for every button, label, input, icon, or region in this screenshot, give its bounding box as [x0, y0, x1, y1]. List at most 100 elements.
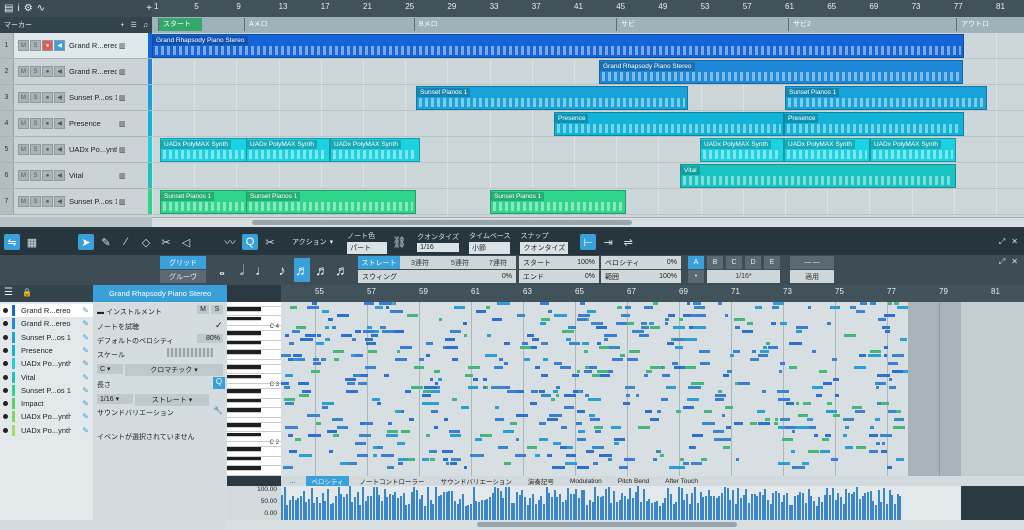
midi-note[interactable]	[702, 422, 715, 425]
midi-note[interactable]	[370, 334, 379, 337]
midi-note[interactable]	[538, 438, 549, 441]
region-clip[interactable]: Sunset Pianos 1	[785, 86, 987, 110]
velocity-bar[interactable]	[421, 494, 424, 520]
controller-tab[interactable]: ノートコントローラー	[355, 476, 430, 486]
midi-note[interactable]	[855, 310, 866, 313]
region-clip[interactable]: Presence	[784, 112, 964, 136]
midi-note[interactable]	[660, 398, 668, 401]
quantize-toggle[interactable]: — —	[790, 256, 834, 269]
midi-note[interactable]	[366, 342, 377, 345]
midi-note[interactable]	[855, 446, 867, 449]
midi-note[interactable]	[723, 446, 730, 449]
velocity-bar[interactable]	[575, 489, 578, 520]
midi-note[interactable]	[669, 466, 681, 469]
velocity-bar[interactable]	[850, 493, 853, 520]
midi-note[interactable]	[577, 438, 586, 441]
velocity-slider[interactable]: ベロシティ 0%	[601, 256, 681, 269]
velocity-bar[interactable]	[440, 495, 443, 520]
midi-note[interactable]	[460, 406, 470, 409]
midi-note[interactable]	[316, 422, 321, 425]
midi-note[interactable]	[624, 386, 636, 389]
midi-note[interactable]	[421, 458, 429, 461]
velocity-bar[interactable]	[305, 502, 308, 520]
velocity-bar[interactable]	[607, 486, 610, 520]
velocity-bar[interactable]	[567, 487, 570, 520]
midi-note[interactable]	[656, 450, 662, 453]
midi-note[interactable]	[480, 434, 492, 437]
mute-button[interactable]: M	[18, 40, 29, 51]
region-clip[interactable]: UADx PolyMAX Synth	[246, 138, 330, 162]
midi-note[interactable]	[363, 302, 375, 305]
instrument-icon[interactable]: ▥	[119, 198, 126, 206]
midi-note[interactable]	[285, 402, 295, 405]
midi-note[interactable]	[875, 442, 880, 445]
midi-note[interactable]	[821, 438, 829, 441]
midi-note[interactable]	[641, 326, 650, 329]
midi-note[interactable]	[438, 378, 443, 381]
midi-note[interactable]	[547, 310, 552, 313]
thirtysecond-note-icon[interactable]: ♬	[314, 258, 330, 282]
midi-note[interactable]	[321, 310, 329, 313]
velocity-bar[interactable]	[626, 499, 629, 520]
velocity-bar[interactable]	[507, 486, 510, 520]
velocity-bar[interactable]	[286, 504, 289, 520]
velocity-bar[interactable]	[386, 496, 389, 520]
midi-note[interactable]	[289, 342, 294, 345]
midi-note[interactable]	[310, 370, 321, 373]
velocity-bar[interactable]	[696, 503, 699, 520]
midi-note[interactable]	[835, 394, 840, 397]
velocity-bar[interactable]	[713, 495, 715, 520]
velocity-bar[interactable]	[432, 503, 435, 520]
record-button[interactable]: ●	[42, 144, 53, 155]
track-header[interactable]: 5 M S ● ◀ UADx Po...ynth ▥	[0, 137, 152, 163]
midi-note[interactable]	[325, 338, 330, 341]
piano-roll-ruler[interactable]: 55 57 59 61 63 65 67 69 71 73 75 77 79 81	[281, 285, 1024, 302]
midi-note[interactable]	[879, 434, 893, 437]
midi-note[interactable]	[299, 454, 312, 457]
velocity-bar[interactable]	[880, 502, 883, 520]
velocity-bar[interactable]	[410, 491, 413, 520]
velocity-bar[interactable]	[756, 495, 759, 520]
midi-note[interactable]	[877, 318, 886, 321]
velocity-bar[interactable]	[491, 492, 494, 520]
midi-note[interactable]	[414, 366, 425, 369]
midi-note[interactable]	[405, 390, 412, 393]
velocity-bar[interactable]	[737, 487, 740, 520]
velocity-bar[interactable]	[405, 505, 408, 520]
track-header[interactable]: 2 M S ● ◀ Grand R...ereo ▥	[0, 59, 152, 85]
midi-note[interactable]	[673, 338, 684, 341]
midi-note[interactable]	[397, 462, 404, 465]
velocity-bar[interactable]	[602, 495, 605, 520]
velocity-bar[interactable]	[799, 492, 802, 520]
midi-note[interactable]	[334, 358, 339, 361]
velocity-bar[interactable]	[605, 488, 607, 520]
record-button[interactable]: ●	[42, 196, 53, 207]
velocity-bar[interactable]	[407, 503, 410, 520]
velocity-bar[interactable]	[869, 491, 872, 520]
visibility-dot[interactable]	[3, 374, 8, 380]
region-clip[interactable]: UADx PolyMAX Synth	[700, 138, 784, 162]
velocity-bar[interactable]	[505, 486, 508, 520]
controller-tab[interactable]: After Touch	[660, 478, 703, 485]
region-clip[interactable]: UADx PolyMAX Synth	[784, 138, 870, 162]
midi-note[interactable]	[762, 346, 767, 349]
midi-note[interactable]	[685, 366, 696, 369]
midi-note[interactable]	[679, 458, 684, 461]
midi-note[interactable]	[885, 330, 890, 333]
midi-note[interactable]	[594, 426, 603, 429]
midi-note[interactable]	[396, 350, 400, 353]
midi-note[interactable]	[312, 358, 320, 361]
midi-note[interactable]	[494, 406, 499, 409]
midi-note[interactable]	[388, 422, 393, 425]
velocity-bar[interactable]	[521, 489, 524, 520]
velocity-bar[interactable]	[572, 494, 575, 520]
midi-note[interactable]	[798, 414, 808, 417]
midi-note[interactable]	[712, 430, 725, 433]
edit-pencil-icon[interactable]: ✎	[82, 306, 89, 315]
midi-note[interactable]	[354, 330, 361, 333]
midi-note[interactable]	[494, 366, 503, 369]
scale-keyboard[interactable]	[167, 348, 213, 357]
midi-note[interactable]	[485, 306, 490, 309]
region-clip[interactable]: Presence	[554, 112, 784, 136]
midi-note[interactable]	[611, 426, 621, 429]
